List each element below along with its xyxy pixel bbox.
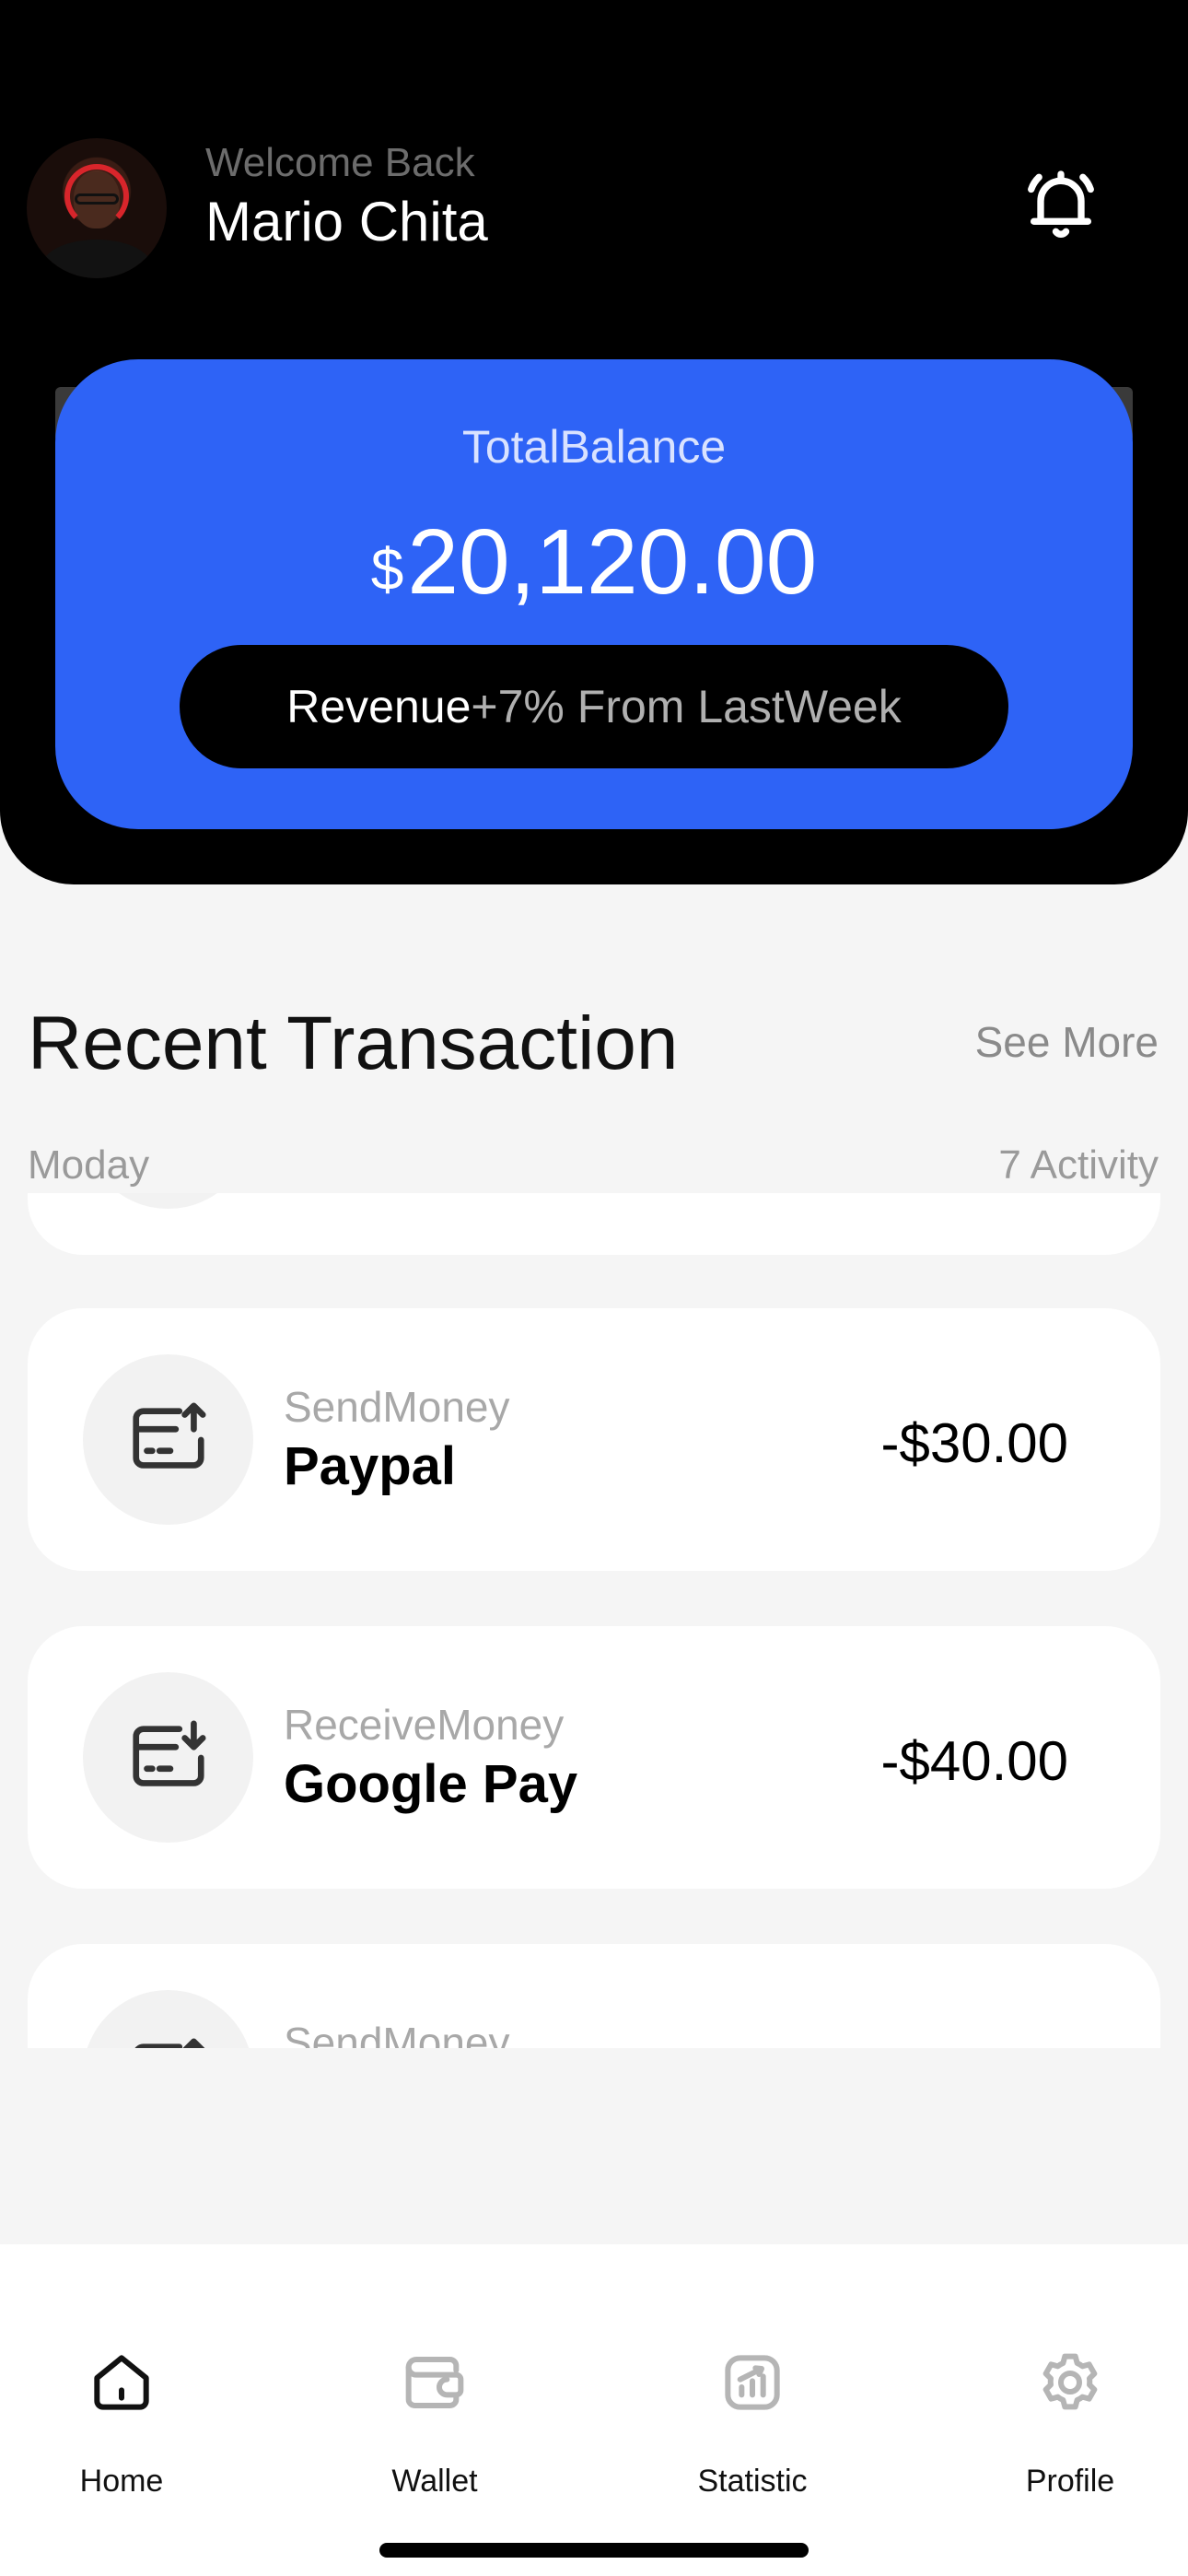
avatar-glasses <box>75 193 119 205</box>
transaction-icon-bg <box>83 1354 253 1525</box>
transaction-icon-bg <box>83 1990 253 2048</box>
currency-symbol: $ <box>370 536 404 603</box>
transaction-amount: -$40.00 <box>880 1730 1069 1792</box>
user-name: Mario Chita <box>205 191 488 252</box>
avatar-shirt <box>41 240 152 278</box>
transaction-type: ReceiveMoney <box>284 1701 565 1749</box>
nav-home-label: Home <box>79 2464 164 2499</box>
transaction-icon-bg <box>83 1193 253 1209</box>
home-icon <box>94 2355 149 2410</box>
section-title: Recent Transaction <box>28 1001 679 1085</box>
transaction-type: SendMoney <box>284 2019 510 2048</box>
transaction-card-partial[interactable] <box>28 1193 1160 1255</box>
transaction-amount: -$30.00 <box>880 1412 1069 1474</box>
avatar[interactable] <box>27 138 167 278</box>
welcome-text: Welcome Back <box>205 140 475 185</box>
revenue-label: Revenue <box>286 681 472 732</box>
card-send-icon <box>133 1402 206 1469</box>
transaction-card[interactable]: ReceiveMoney Google Pay -$40.00 <box>28 1626 1160 1889</box>
statistic-icon <box>725 2355 780 2410</box>
wallet-icon <box>405 2357 464 2408</box>
balance-card: TotalBalance $20,120.00 Revenue +7% From … <box>55 359 1133 829</box>
activity-count: 7 Activity <box>998 1142 1159 1188</box>
nav-statistic[interactable]: Statistic <box>642 2244 863 2521</box>
bell-icon[interactable] <box>1020 164 1101 245</box>
bottom-nav: Home Wallet Statistic Profile <box>0 2244 1188 2576</box>
balance-label: TotalBalance <box>461 421 727 473</box>
transaction-name: Google Pay <box>284 1754 578 1814</box>
transaction-card[interactable]: SendMoney <box>28 1944 1160 2048</box>
revenue-pill: Revenue +7% From LastWeek <box>180 645 1008 768</box>
nav-statistic-label: Statistic <box>697 2464 808 2499</box>
nav-profile-label: Profile <box>1025 2464 1115 2499</box>
revenue-value: +7% From LastWeek <box>471 681 902 732</box>
transaction-list[interactable]: SendMoney Paypal -$30.00 ReceiveMoney Go… <box>0 1193 1188 2048</box>
nav-profile[interactable]: Profile <box>960 2244 1181 2521</box>
card-receive-icon <box>133 1720 206 1786</box>
balance-amount: $20,120.00 <box>55 516 1133 615</box>
balance-value: 20,120.00 <box>407 510 818 614</box>
header: Welcome Back Mario Chita TotalBalance $2… <box>0 0 1188 884</box>
nav-home[interactable]: Home <box>11 2244 232 2521</box>
nav-wallet[interactable]: Wallet <box>324 2244 545 2521</box>
card-send-icon <box>134 2038 205 2048</box>
home-indicator <box>379 2543 809 2558</box>
transaction-icon-bg <box>83 1672 253 1843</box>
gear-icon <box>1042 2353 1098 2410</box>
transaction-card[interactable]: SendMoney Paypal -$30.00 <box>28 1308 1160 1571</box>
day-label: Moday <box>28 1142 150 1188</box>
transaction-type: SendMoney <box>284 1383 510 1431</box>
see-more-link[interactable]: See More <box>975 1017 1159 1067</box>
transaction-name: Paypal <box>284 1436 456 1496</box>
nav-wallet-label: Wallet <box>391 2464 478 2499</box>
